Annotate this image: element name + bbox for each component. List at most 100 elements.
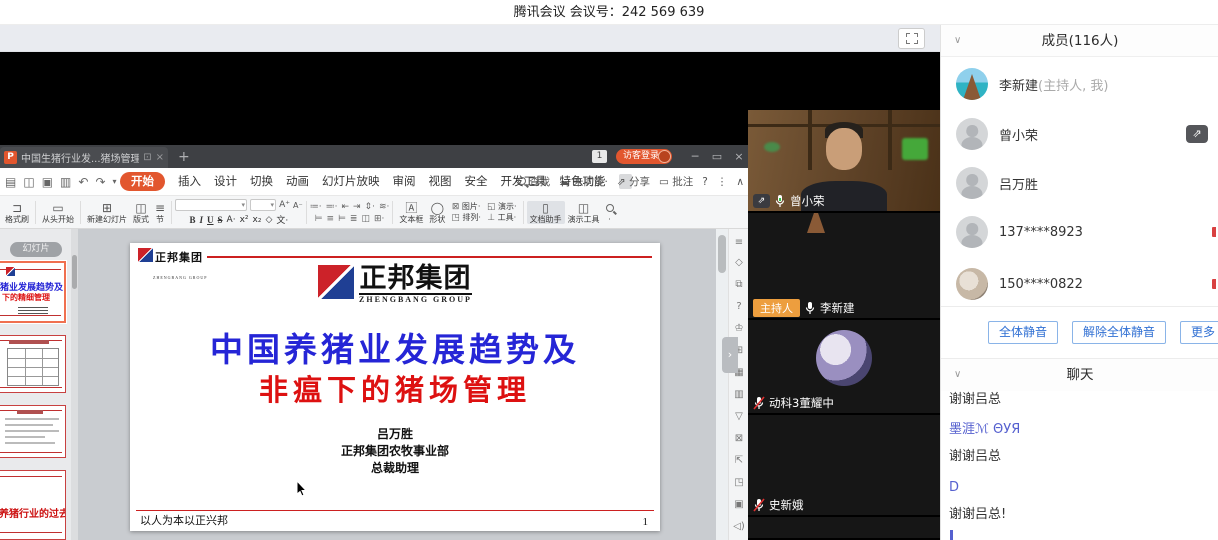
chart-panel-icon[interactable]: ▥ [729, 389, 749, 400]
distribute-icon[interactable]: ⊞· [374, 214, 384, 224]
share-button[interactable]: ⇗ 分享 [617, 174, 650, 189]
new-slide-button[interactable]: ⊞新建幻灯片 [84, 201, 130, 224]
columns-icon[interactable]: ◫ [361, 214, 370, 224]
align-left-icon[interactable]: ⊨ [315, 214, 323, 224]
tab-design[interactable]: 设计 [214, 172, 237, 191]
unmute-all-button[interactable]: 解除全体静音 [1072, 321, 1166, 344]
tools-button[interactable]: ⊥ 工具· [487, 213, 516, 223]
picture-button[interactable]: ⊠ 图片· [452, 202, 481, 212]
sidebar-expand-button[interactable]: › [722, 337, 738, 373]
present-button[interactable]: ◱ 演示· [487, 202, 517, 212]
thumbnail-scrollbar-thumb[interactable] [72, 255, 77, 289]
member-row[interactable]: 李新建(主持人, 我) [956, 63, 1216, 105]
fullscreen-button[interactable] [898, 28, 925, 49]
member-row[interactable]: 曾小荣 ⇗ [956, 113, 1216, 155]
slide-thumbnail-2[interactable] [0, 335, 66, 393]
present-tools-button[interactable]: ◫演示工具 [565, 201, 603, 224]
more-button[interactable]: 更多 ▾ [1180, 321, 1218, 344]
text-direction-icon[interactable]: ≋· [379, 202, 389, 212]
play-from-start-button[interactable]: ▭从头开始 [39, 201, 77, 224]
format-painter-button[interactable]: ⊐格式刷 [2, 201, 32, 224]
minimize-button[interactable]: ─ [684, 145, 706, 168]
more-menu-icon[interactable]: ⋮ [717, 176, 728, 188]
help-panel-icon[interactable]: ? [729, 301, 749, 312]
tab-home[interactable]: 开始 [120, 172, 165, 191]
help-icon[interactable]: ? [702, 176, 708, 188]
print-icon[interactable]: ▣ [42, 174, 53, 190]
slides-view-tab[interactable]: 幻灯片 [10, 242, 62, 257]
indent-icon[interactable]: ⇥ [353, 202, 361, 212]
tab-slideshow[interactable]: 幻灯片放映 [322, 172, 380, 191]
image-panel-icon[interactable]: ⊠ [729, 433, 749, 444]
toolbar-search-icon[interactable]: · [603, 201, 617, 224]
find-button[interactable]: 查找 [518, 174, 550, 189]
close-window-button[interactable]: × [728, 145, 750, 168]
numbering-icon[interactable]: ≕· [326, 202, 338, 212]
video-tile-partial[interactable] [748, 517, 940, 540]
collapse-members-icon[interactable]: ∨ [954, 25, 961, 57]
member-row[interactable]: 137****8923 [956, 211, 1216, 253]
export-icon[interactable]: ◫ [23, 174, 34, 190]
video-tile-zengxiaorong[interactable]: ⇗ 曾小荣 [748, 110, 940, 213]
arrange-button[interactable]: ◳ 排列· [451, 213, 481, 223]
subscript-icon[interactable]: x₂ [253, 215, 262, 225]
bullets-icon[interactable]: ≔· [310, 202, 322, 212]
tab-review[interactable]: 审阅 [393, 172, 416, 191]
undo-icon[interactable]: ↶ [78, 174, 88, 190]
strike-button[interactable]: S [218, 215, 223, 225]
grow-font-icon[interactable]: A⁺ [279, 200, 290, 210]
collapse-chat-icon[interactable]: ∨ [954, 359, 961, 391]
font-size-select[interactable] [250, 199, 276, 211]
superscript-icon[interactable]: x² [240, 215, 249, 225]
font-name-select[interactable] [175, 199, 247, 211]
slide-thumbnail-1[interactable]: 猪业发展趋势及 下的精细管理 [0, 261, 66, 323]
tab-security[interactable]: 安全 [465, 172, 488, 191]
underline-button[interactable]: U [207, 215, 214, 225]
layout-button[interactable]: ◫版式 [130, 201, 152, 224]
tab-animation[interactable]: 动画 [286, 172, 309, 191]
customize-toolbar-icon[interactable]: ▾ [113, 174, 117, 190]
mute-all-button[interactable]: 全体静音 [988, 321, 1058, 344]
shrink-font-icon[interactable]: A⁻ [293, 201, 303, 210]
save-icon[interactable]: ▤ [5, 174, 16, 190]
align-center-icon[interactable]: ≡ [327, 214, 335, 224]
member-row[interactable]: 150****0822 [956, 263, 1216, 305]
tab-view[interactable]: 视图 [429, 172, 452, 191]
font-color-icon[interactable]: A· [227, 215, 236, 225]
shapes-button[interactable]: ◯形状 [426, 201, 448, 224]
text-box-button[interactable]: 🄰文本框 [396, 201, 426, 224]
video-tile-dongyaozhong[interactable]: 动科3董耀中 [748, 320, 940, 415]
guest-login-button[interactable]: 访客登录 [616, 149, 672, 164]
text-effects-icon[interactable]: 文· [276, 213, 288, 226]
section-button[interactable]: ≡节 [152, 201, 168, 224]
funnel-panel-icon[interactable]: ▽ [729, 411, 749, 422]
slide-canvas[interactable]: 正邦集团 ZHENGBANG GROUP 正邦集团 ZHENGBANG GROU… [130, 243, 660, 531]
close-tab-icon[interactable]: × [156, 152, 164, 163]
video-tile-lixinjian[interactable]: 主持人 李新建 [748, 213, 940, 320]
outdent-icon[interactable]: ⇤ [341, 202, 349, 212]
bold-button[interactable]: B [190, 215, 196, 225]
collapse-ribbon-icon[interactable]: ∧ [736, 176, 744, 188]
thumbnail-scrollbar[interactable] [71, 229, 78, 540]
wps-document-tab[interactable]: P 中国生猪行业发...猪场管理2.0 ⊡ × [0, 147, 168, 168]
tab-insert[interactable]: 插入 [178, 172, 201, 191]
document-scrollbar[interactable] [716, 229, 728, 540]
comment-button[interactable]: ▭ 批注 [659, 174, 693, 189]
new-tab-button[interactable]: + [178, 149, 190, 165]
video-tile-shixine[interactable]: 史新娥 [748, 415, 940, 517]
align-right-icon[interactable]: ⊨ [338, 214, 346, 224]
spacing-panel-icon[interactable]: ◳ [729, 477, 749, 488]
restore-button[interactable]: ▭ [706, 145, 728, 168]
membership-icon[interactable]: ♔ [729, 323, 749, 334]
justify-icon[interactable]: ≣ [350, 214, 358, 224]
picture-panel-icon[interactable]: ▣ [729, 499, 749, 510]
doc-assistant-button[interactable]: ▯文档助手 [527, 201, 565, 224]
tab-transition[interactable]: 切换 [250, 172, 273, 191]
speaker-icon[interactable]: ◁) [729, 521, 749, 532]
slide-thumbnail-3[interactable] [0, 405, 66, 458]
member-row[interactable]: 吕万胜 [956, 162, 1216, 204]
pin-tab-icon[interactable]: ⊡ [143, 152, 151, 163]
line-spacing-icon[interactable]: ⇕· [365, 202, 375, 212]
shapes-panel-icon[interactable]: ⧉ [729, 279, 749, 290]
highlight-icon[interactable]: ◇ [265, 215, 272, 225]
